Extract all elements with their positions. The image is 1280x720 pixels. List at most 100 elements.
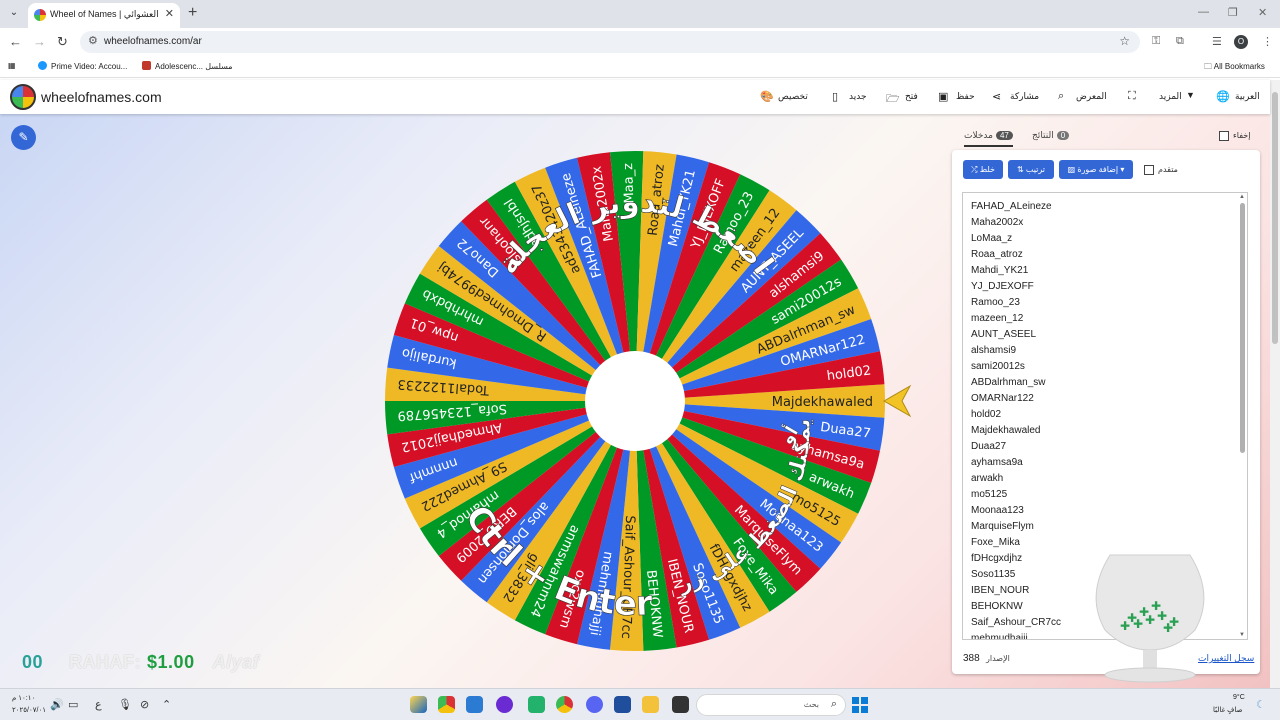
fullscreen-icon[interactable]: ⛶	[1128, 90, 1136, 103]
windows-start-icon[interactable]	[852, 697, 868, 713]
share-icon[interactable]: ⋖	[992, 90, 1001, 103]
globe-icon[interactable]: 🌐	[1216, 90, 1230, 103]
volume-icon[interactable]: 🔊	[50, 698, 64, 711]
entry-line[interactable]: Duaa27	[971, 441, 1006, 452]
entry-line[interactable]: Ramoo_23	[971, 297, 1020, 308]
entry-line[interactable]: mazeen_12	[971, 313, 1023, 324]
discord-app-icon[interactable]	[586, 696, 603, 713]
close-window-icon[interactable]: ✕	[1258, 6, 1267, 19]
weather-desc[interactable]: صافٍ غالبًا	[1213, 706, 1242, 714]
password-icon[interactable]: ⚿	[1152, 35, 1160, 48]
forward-icon[interactable]: →	[33, 34, 46, 49]
entry-line[interactable]: AUNT_ASEEL	[971, 329, 1036, 340]
microphone-icon[interactable]: 🎙	[118, 698, 132, 711]
bookmark-star-icon[interactable]: ☆	[1119, 34, 1130, 48]
browser-tab[interactable]: Wheel of Names | اسم العشوائي ✕	[28, 3, 180, 28]
entry-line[interactable]: Majdekhawaled	[971, 425, 1041, 436]
taskbar-search[interactable]: بحث ⌕	[696, 694, 846, 716]
all-bookmarks[interactable]: 🗀 All Bookmarks	[1204, 61, 1265, 75]
add-image-button[interactable]: ▨ إضافة صورة ▾	[1059, 160, 1133, 179]
minimize-icon[interactable]: —	[1198, 6, 1209, 18]
reading-list-icon[interactable]: ☰	[1212, 35, 1222, 48]
network-icon[interactable]: ▭	[68, 698, 78, 711]
store-app-icon[interactable]	[614, 696, 631, 713]
hide-checkbox[interactable]	[1219, 131, 1229, 141]
edit-pencil-icon[interactable]: ✎	[11, 125, 36, 150]
wheel-center[interactable]	[585, 351, 685, 451]
weather-moon-icon[interactable]: ☾	[1256, 698, 1266, 711]
weather-temp[interactable]: 9°C	[1233, 694, 1245, 701]
entry-line[interactable]: Foxe_Mika	[971, 537, 1020, 548]
mail-app-icon[interactable]	[466, 696, 483, 713]
input-language[interactable]: ع	[95, 698, 102, 711]
clock-date[interactable]: ٢٠٢٥/٠٧/٠١	[12, 706, 46, 714]
entry-line[interactable]: fDHcgxdjhz	[971, 553, 1022, 564]
chevron-up-icon[interactable]: ⌃	[162, 698, 171, 711]
entry-line[interactable]: MarquiseFlym	[971, 521, 1034, 532]
profile-avatar[interactable]: O	[1234, 35, 1248, 49]
entry-line[interactable]: Mahdi_YK21	[971, 265, 1028, 276]
close-tab-icon[interactable]: ✕	[165, 7, 174, 20]
tab-entries[interactable]: مدخلات 47	[964, 130, 1013, 147]
new-tab-icon[interactable]: +	[188, 4, 197, 22]
page-scrollbar[interactable]	[1270, 80, 1280, 688]
open-button[interactable]: فتح	[905, 91, 918, 102]
wheel[interactable]: Majdekhawaled Duaa27 ayhamsa9a arwakh mo5125…	[382, 148, 912, 654]
entry-line[interactable]: LoMaa_z	[971, 233, 1012, 244]
entry-line[interactable]: BEHOKNW	[971, 601, 1023, 612]
apps-grid-icon[interactable]: ▦	[8, 61, 16, 70]
more-menu[interactable]: المزيد	[1159, 91, 1182, 102]
tab-search-icon[interactable]: ⌄	[6, 5, 22, 21]
entry-line[interactable]: Roaa_atroz	[971, 249, 1023, 260]
entry-line[interactable]: mo5125	[971, 489, 1007, 500]
reload-icon[interactable]: ↻	[57, 34, 68, 50]
clock-time[interactable]: ١٠:١٠ م	[12, 694, 35, 702]
chat-app-icon[interactable]	[528, 696, 545, 713]
entry-line[interactable]: mehmudhajji	[971, 633, 1028, 639]
gallery-button[interactable]: المعرض	[1076, 91, 1107, 102]
entry-line[interactable]: YJ_DJEXOFF	[971, 281, 1034, 292]
palette-icon[interactable]: 🎨	[760, 90, 774, 103]
terminal-app-icon[interactable]	[672, 696, 689, 713]
entry-line[interactable]: OMARNar122	[971, 393, 1034, 404]
entry-line[interactable]: IBEN_NOUR	[971, 585, 1029, 596]
page-scroll-thumb[interactable]	[1272, 92, 1278, 344]
entry-line[interactable]: Soso1135	[971, 569, 1015, 580]
entry-line[interactable]: hold02	[971, 409, 1001, 420]
sort-button[interactable]: ⇅ ترتيب	[1008, 160, 1054, 179]
customize-button[interactable]: تخصيص	[778, 91, 808, 102]
media-app-icon[interactable]	[496, 696, 513, 713]
url-text[interactable]: wheelofnames.com/ar	[104, 36, 202, 47]
entry-line[interactable]: alshamsi9	[971, 345, 1016, 356]
entries-scrollbar[interactable]	[1240, 203, 1245, 453]
shuffle-button[interactable]: ⤮ خلط	[963, 160, 1003, 179]
search-icon[interactable]: ⌕	[1058, 90, 1064, 103]
security-icon[interactable]: ⊘	[140, 698, 149, 711]
notes-app-icon[interactable]	[410, 696, 427, 713]
chrome-profile-icon[interactable]	[556, 696, 573, 713]
back-icon[interactable]: ←	[9, 34, 22, 49]
omnibox[interactable]: ⚙ wheelofnames.com/ar ☆	[80, 31, 1140, 53]
new-file-icon[interactable]: ▯	[832, 90, 838, 103]
entry-line[interactable]: sami20012s	[971, 361, 1025, 372]
scroll-up-icon[interactable]: ▲	[1239, 194, 1245, 200]
entry-line[interactable]: FAHAD_ALeineze	[971, 201, 1052, 212]
file-explorer-icon[interactable]	[642, 696, 659, 713]
advanced-checkbox[interactable]	[1144, 165, 1154, 175]
new-button[interactable]: جديد	[849, 91, 867, 102]
menu-kebab-icon[interactable]: ⋮	[1262, 35, 1273, 48]
language-button[interactable]: العربية	[1235, 91, 1260, 102]
chrome-app-icon[interactable]	[438, 696, 455, 713]
entry-line[interactable]: arwakh	[971, 473, 1003, 484]
open-folder-icon[interactable]: 🗁	[886, 90, 900, 109]
logo-icon[interactable]	[10, 84, 36, 110]
share-button[interactable]: مشاركة	[1010, 91, 1039, 102]
save-icon[interactable]: ▣	[938, 90, 948, 103]
entry-line[interactable]: Maha2002x	[971, 217, 1023, 228]
restore-icon[interactable]: ❐	[1228, 6, 1238, 19]
entry-line[interactable]: ayhamsa9a	[971, 457, 1023, 468]
bookmark-prime-video[interactable]: Prime Video: Accou...	[38, 61, 127, 71]
site-info-icon[interactable]: ⚙	[88, 34, 98, 47]
entry-line[interactable]: Saif_Ashour_CR7cc	[971, 617, 1061, 628]
brand-name[interactable]: wheelofnames.com	[41, 89, 162, 105]
